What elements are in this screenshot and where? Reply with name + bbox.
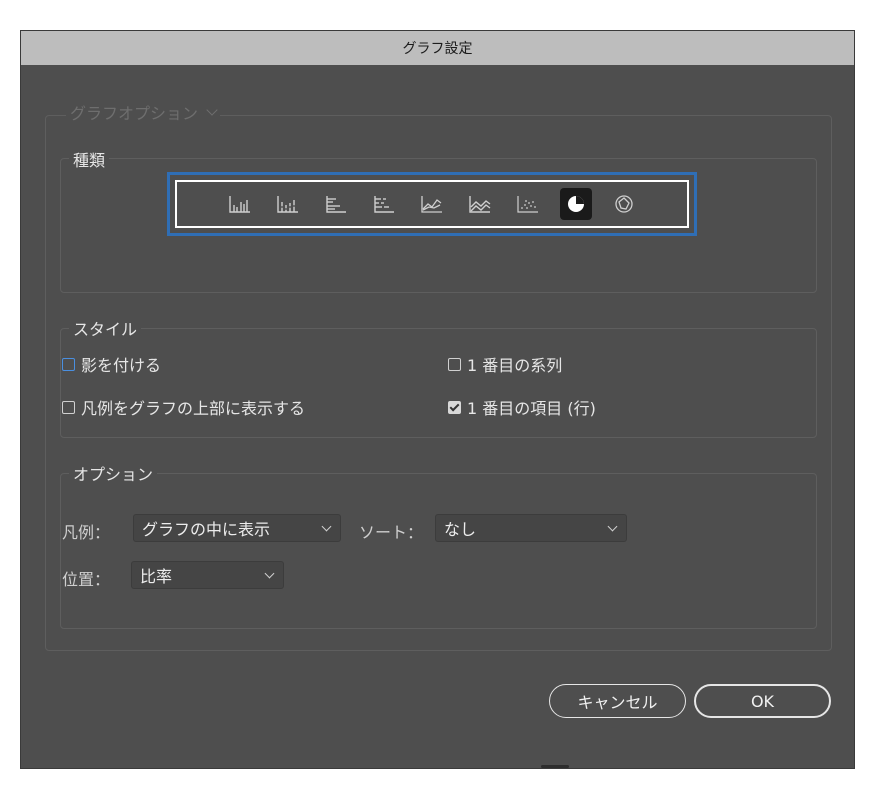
bar-graph-button[interactable]: [320, 188, 352, 220]
first-column-in-front-checkbox[interactable]: [448, 400, 461, 414]
graph-type-dialog: グラフ設定 グラフオプション 種類 スタイル 影を付ける 凡例をグラフの上部に表…: [20, 30, 855, 769]
graph-options-menu[interactable]: グラフオプション: [66, 100, 221, 124]
column-graph-icon: [229, 196, 250, 213]
ok-button[interactable]: OK: [694, 684, 831, 718]
stacked-column-graph-button[interactable]: [272, 188, 304, 220]
column-graph-button[interactable]: [224, 188, 256, 220]
line-graph-button[interactable]: [416, 188, 448, 220]
legend-dropdown[interactable]: グラフの中に表示: [133, 514, 341, 542]
graph-type-selector: [167, 172, 697, 236]
radar-graph-button[interactable]: [608, 188, 640, 220]
type-group-title: 種類: [69, 147, 110, 171]
legend-on-top-label: 凡例をグラフの上部に表示する: [81, 399, 306, 418]
resize-grip: [541, 765, 569, 768]
drop-shadow-option[interactable]: 影を付ける: [62, 352, 161, 376]
drop-shadow-label: 影を付ける: [81, 356, 162, 375]
chevron-down-icon: [321, 521, 332, 531]
ok-button-label: OK: [750, 691, 775, 711]
pie-graph-button[interactable]: [560, 188, 592, 220]
legend-on-top-checkbox[interactable]: [62, 400, 75, 414]
style-group-title: スタイル: [69, 316, 142, 340]
first-row-in-front-checkbox[interactable]: [448, 357, 461, 371]
chevron-down-icon: [206, 104, 218, 116]
chevron-down-icon: [607, 521, 618, 531]
position-dropdown-value: 比率: [140, 567, 173, 586]
graph-options-label: グラフオプション: [70, 104, 199, 123]
pie-graph-icon: [568, 196, 584, 212]
legend-on-top-option[interactable]: 凡例をグラフの上部に表示する: [62, 395, 305, 419]
cancel-button[interactable]: キャンセル: [549, 684, 686, 718]
legend-field-label: 凡例：: [62, 523, 111, 542]
legend-dropdown-value: グラフの中に表示: [142, 520, 271, 539]
stacked-column-graph-icon: [277, 196, 298, 213]
position-field-label: 位置：: [62, 570, 111, 589]
scatter-graph-button[interactable]: [512, 188, 544, 220]
drop-shadow-checkbox[interactable]: [62, 357, 75, 371]
area-graph-button[interactable]: [464, 188, 496, 220]
radar-graph-icon: [615, 195, 633, 213]
options-group: オプション: [60, 461, 817, 629]
scatter-graph-icon: [517, 196, 538, 213]
area-graph-icon: [469, 196, 491, 213]
cancel-button-label: キャンセル: [577, 693, 658, 712]
position-dropdown[interactable]: 比率: [131, 561, 284, 589]
stacked-bar-graph-button[interactable]: [368, 188, 400, 220]
sort-dropdown[interactable]: なし: [435, 514, 627, 542]
first-column-in-front-label: 1 番目の項目 (行): [467, 399, 596, 418]
dialog-titlebar[interactable]: グラフ設定: [21, 31, 854, 65]
stacked-bar-graph-icon: [374, 196, 394, 213]
sort-field-label: ソート：: [359, 523, 424, 542]
dialog-title: グラフ設定: [402, 41, 473, 57]
chevron-down-icon: [264, 568, 275, 578]
first-row-in-front-label: 1 番目の系列: [467, 356, 563, 375]
style-group: スタイル: [60, 316, 817, 438]
first-row-in-front-option[interactable]: 1 番目の系列: [448, 352, 562, 376]
sort-dropdown-value: なし: [444, 520, 477, 539]
line-graph-icon: [421, 196, 442, 213]
first-column-in-front-option[interactable]: 1 番目の項目 (行): [448, 395, 596, 419]
bar-graph-icon: [326, 196, 346, 213]
options-group-title: オプション: [69, 461, 158, 485]
